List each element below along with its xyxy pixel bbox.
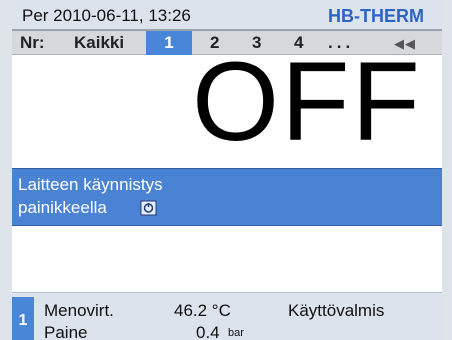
power-button-icon [140,200,157,216]
right-frame [442,0,452,340]
message-line-2: painikkeella [18,198,107,217]
pressure-label: Paine [44,323,88,340]
left-frame [0,0,12,340]
header-bar: Per 2010-06-11, 13:26 HB-THERM [12,0,442,31]
machine-state: OFF [192,39,422,164]
tab-all[interactable]: Kaikki [74,33,124,53]
message-line-1: Laitteen käynnistys [18,175,163,194]
selected-unit-index: 1 [12,297,34,340]
pressure-unit: bar [228,327,244,339]
tab-1[interactable]: 1 [146,31,192,55]
flow-label: Menovirt. [44,301,114,320]
message-panel: Laitteen käynnistys painikkeella [12,168,442,226]
pressure-value: 0.4 [196,323,220,340]
ready-status: Käyttövalmis [288,301,385,320]
nr-label: Nr: [20,33,45,52]
flow-value: 46.2 °C [174,301,231,320]
status-bar: 1 Menovirt. 46.2 °C Paine 0.4 bar Käyttö… [12,292,442,340]
brand-logo: HB-THERM [328,6,424,26]
main-display: OFF Laitteen käynnistys painikkeella [12,46,442,292]
date-time: Per 2010-06-11, 13:26 [22,6,191,25]
device-screen: Per 2010-06-11, 13:26 HB-THERM Nr: Kaikk… [0,0,452,340]
